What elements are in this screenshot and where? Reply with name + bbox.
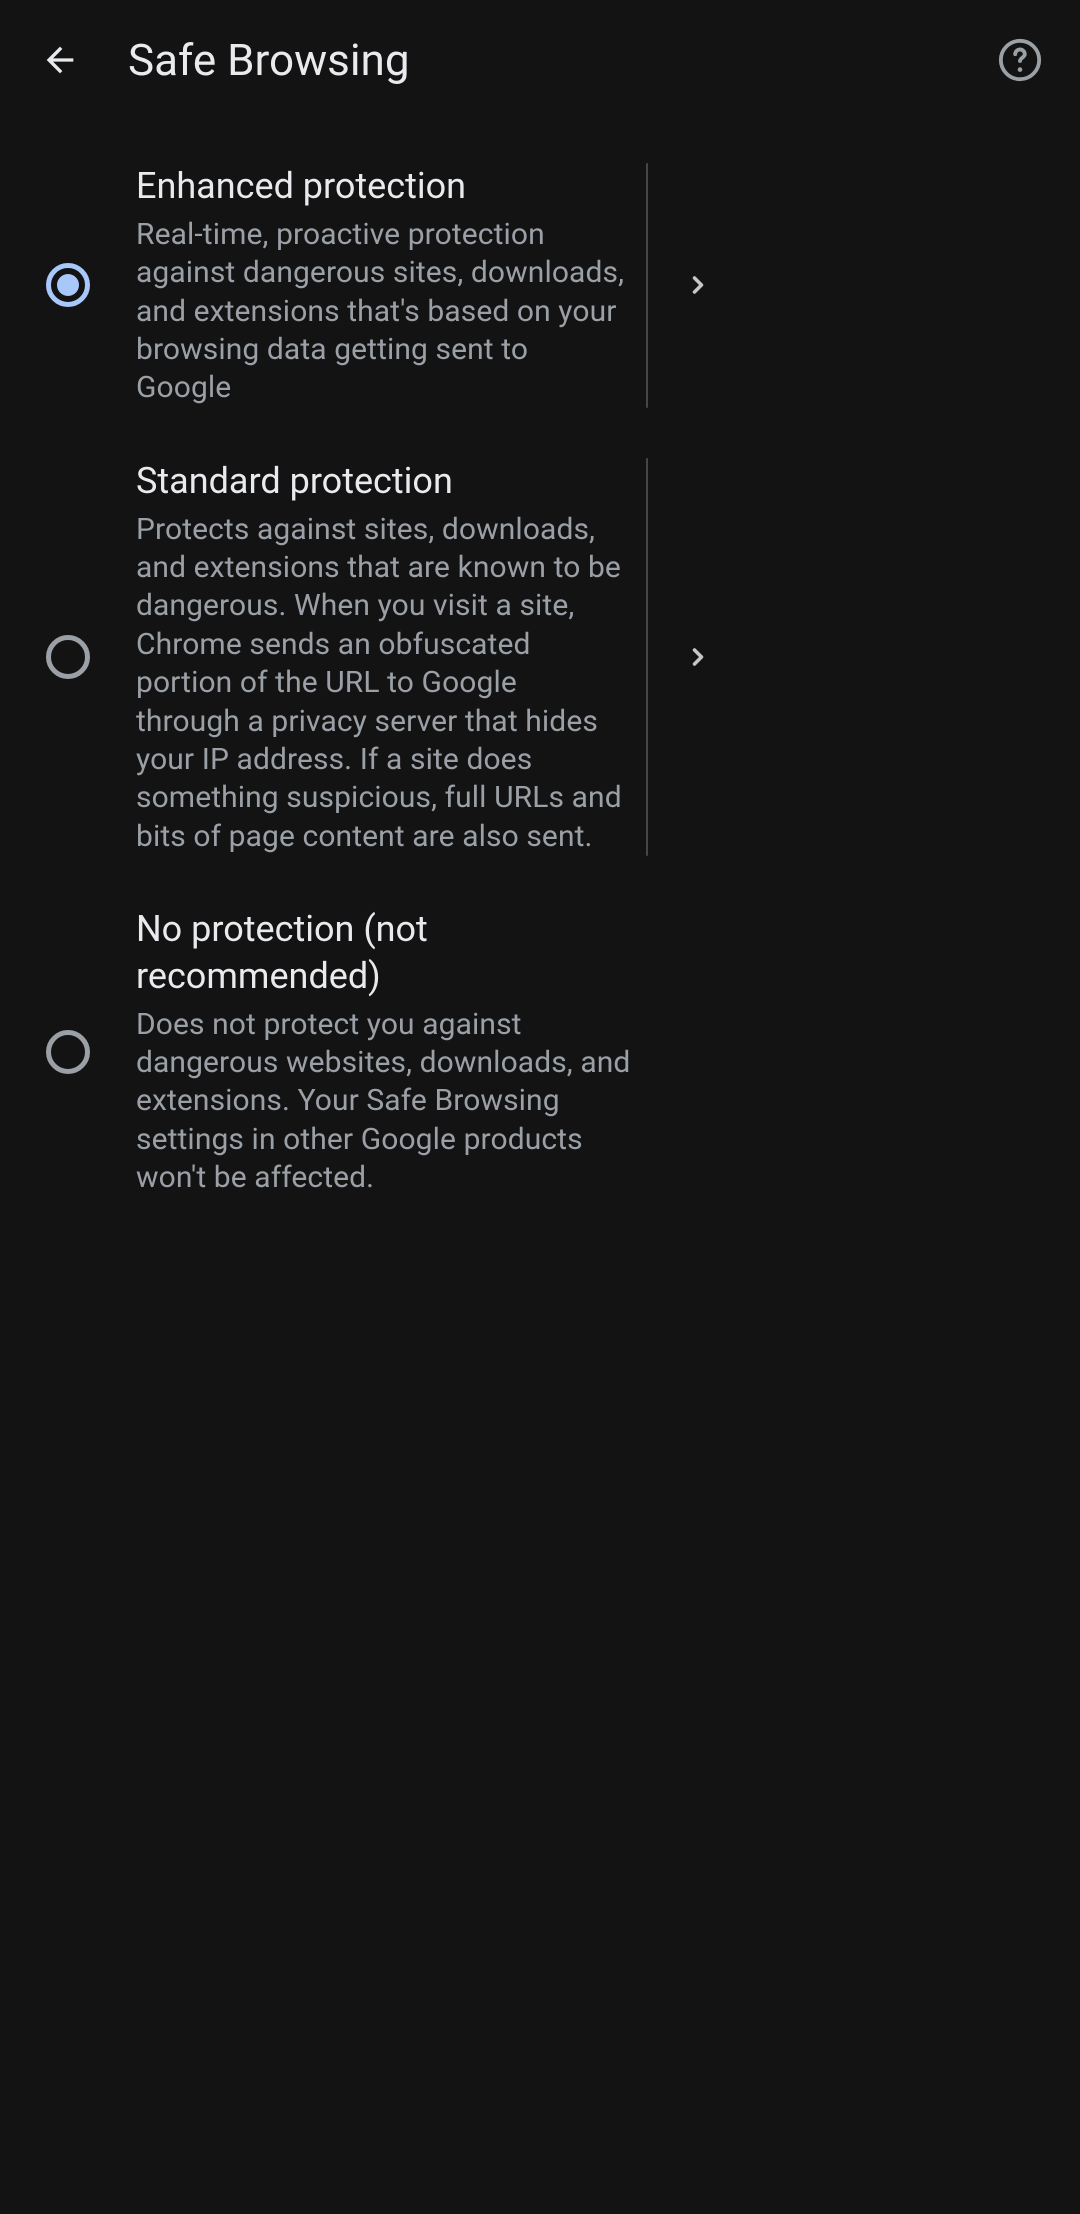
option-title: Standard protection	[136, 458, 626, 505]
option-no-protection[interactable]: No protection (not recommended) Does not…	[0, 881, 1080, 1223]
help-button[interactable]	[986, 26, 1054, 94]
option-text: Standard protection Protects against sit…	[136, 458, 646, 856]
radio-cell	[0, 906, 136, 1198]
radio-unselected-icon[interactable]	[46, 1030, 90, 1074]
radio-cell	[0, 163, 136, 408]
option-description: Protects against sites, downloads, and e…	[136, 511, 626, 857]
option-enhanced-protection[interactable]: Enhanced protection Real-time, proactive…	[0, 138, 1080, 433]
option-text: Enhanced protection Real-time, proactive…	[136, 163, 646, 408]
option-title: Enhanced protection	[136, 163, 626, 210]
option-description: Does not protect you against dangerous w…	[136, 1006, 636, 1198]
options-list: Enhanced protection Real-time, proactive…	[0, 120, 1080, 1223]
radio-selected-icon[interactable]	[46, 263, 90, 307]
option-details-button[interactable]	[649, 458, 747, 856]
back-button[interactable]	[26, 26, 94, 94]
option-standard-protection[interactable]: Standard protection Protects against sit…	[0, 433, 1080, 881]
chevron-right-icon	[684, 643, 712, 671]
help-icon	[997, 37, 1043, 83]
app-bar: Safe Browsing	[0, 0, 1080, 120]
option-text: No protection (not recommended) Does not…	[136, 906, 656, 1198]
page-title: Safe Browsing	[128, 34, 986, 86]
spacer	[659, 906, 757, 1198]
chevron-right-icon	[684, 271, 712, 299]
back-arrow-icon	[40, 40, 80, 80]
option-details-button[interactable]	[649, 163, 747, 408]
radio-unselected-icon[interactable]	[46, 635, 90, 679]
option-description: Real-time, proactive protection against …	[136, 216, 626, 408]
radio-cell	[0, 458, 136, 856]
option-title: No protection (not recommended)	[136, 906, 636, 1000]
